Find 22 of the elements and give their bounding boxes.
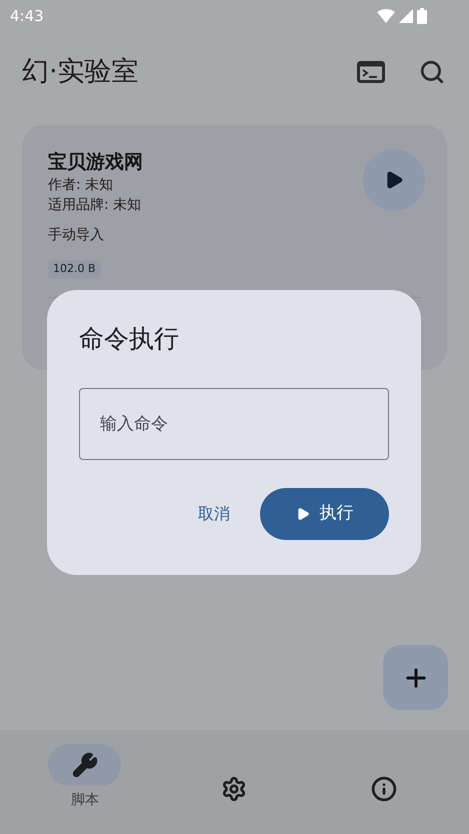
script-source: 手动导入	[48, 226, 105, 245]
size-badge: 102.0 B	[48, 260, 101, 278]
battery-icon	[417, 8, 427, 24]
script-title: 宝贝游戏网	[48, 150, 143, 175]
command-input-field[interactable]: 输入命令	[79, 388, 389, 460]
add-button[interactable]	[383, 645, 448, 710]
execute-button[interactable]: 执行	[260, 488, 389, 540]
app-title: 幻·实验室	[22, 54, 140, 89]
terminal-icon[interactable]	[357, 61, 385, 83]
wifi-icon	[377, 9, 395, 23]
cancel-button[interactable]: 取消	[198, 502, 230, 526]
signal-icon	[399, 9, 413, 23]
play-icon	[296, 506, 310, 520]
info-icon	[371, 776, 398, 802]
wrench-icon	[72, 752, 98, 778]
status-time: 4:43	[10, 6, 44, 27]
script-author: 作者: 未知	[48, 176, 114, 195]
nav-item[interactable]: 脚本	[24, 744, 145, 811]
search-icon[interactable]	[419, 59, 445, 85]
script-brand: 适用品牌: 未知	[48, 196, 142, 215]
settings-icon	[221, 776, 248, 802]
dialog-title: 命令执行	[79, 323, 180, 355]
